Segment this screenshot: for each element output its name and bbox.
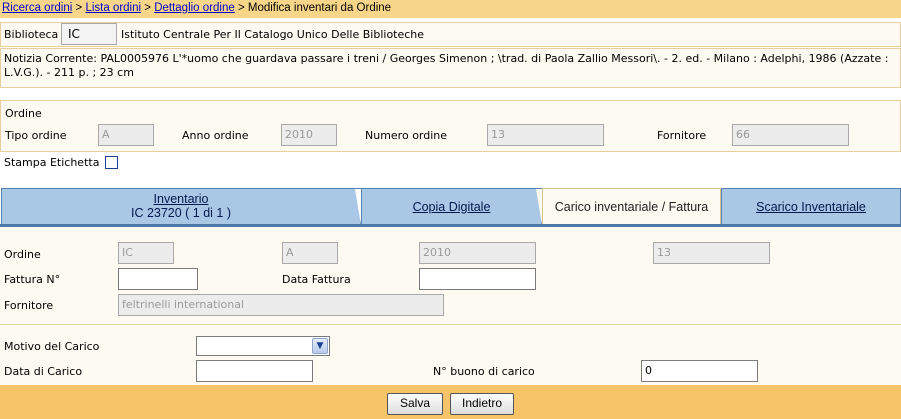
- carico-ordine-label: Ordine: [4, 248, 41, 261]
- numero-ordine-field: 13: [487, 124, 604, 146]
- save-button[interactable]: Salva: [387, 393, 443, 415]
- carico-ordine-tipo-field: A: [282, 242, 338, 264]
- ordine-title: Ordine: [5, 107, 42, 120]
- breadcrumb: Ricerca ordini > Lista ordini > Dettagli…: [0, 0, 901, 18]
- biblioteca-name: Istituto Centrale Per Il Catalogo Unico …: [121, 28, 425, 41]
- chevron-down-icon[interactable]: ▼: [312, 338, 328, 354]
- tab-carico-inventariale[interactable]: Carico inventariale / Fattura: [542, 188, 721, 224]
- motivo-carico-select[interactable]: ▼: [196, 336, 330, 356]
- breadcrumb-ricerca-ordini[interactable]: Ricerca ordini: [2, 2, 72, 14]
- section-divider: [0, 324, 901, 325]
- fornitore-ordine-field: 66: [732, 124, 849, 146]
- tab-inventario-label[interactable]: Inventario: [2, 192, 360, 206]
- tab-scarico-inventariale-label[interactable]: Scarico Inventariale: [756, 200, 866, 214]
- back-button[interactable]: Indietro: [450, 393, 514, 415]
- biblioteca-label: Biblioteca: [4, 28, 59, 41]
- motivo-carico-label: Motivo del Carico: [4, 340, 100, 353]
- data-carico-label: Data di Carico: [4, 365, 83, 378]
- anno-ordine-field: 2010: [281, 124, 337, 146]
- numero-ordine-label: Numero ordine: [365, 129, 448, 142]
- data-fattura-label: Data Fattura: [282, 273, 351, 286]
- breadcrumb-dettaglio-ordine[interactable]: Dettaglio ordine: [154, 2, 235, 14]
- breadcrumb-separator: >: [75, 2, 83, 14]
- tab-inventario[interactable]: Inventario IC 23720 ( 1 di 1 ): [1, 188, 361, 225]
- fattura-numero-label: Fattura N°: [4, 273, 61, 286]
- stampa-etichetta-checkbox[interactable]: [105, 156, 118, 169]
- notizia-corrente-text: Notizia Corrente: PAL0005976 L'*uomo che…: [4, 52, 889, 79]
- carico-fornitore-label: Fornitore: [4, 299, 54, 312]
- tab-scarico-inventariale[interactable]: Scarico Inventariale: [721, 188, 901, 224]
- breadcrumb-lista-ordini[interactable]: Lista ordini: [85, 2, 141, 14]
- fattura-numero-input[interactable]: [118, 268, 198, 290]
- carico-ordine-numero-field: 13: [653, 242, 770, 264]
- tipo-ordine-field: A: [98, 124, 154, 146]
- tab-inventario-sub: IC 23720 ( 1 di 1 ): [130, 206, 232, 220]
- biblioteca-code-field: IC: [61, 23, 117, 45]
- carico-ordine-anno-field: 2010: [419, 242, 536, 264]
- breadcrumb-separator: >: [144, 2, 151, 14]
- breadcrumb-separator: >: [237, 2, 245, 14]
- buono-carico-input[interactable]: 0: [641, 360, 758, 382]
- fornitore-ordine-label: Fornitore: [657, 129, 707, 142]
- carico-fornitore-field: feltrinelli international: [118, 294, 444, 316]
- stampa-etichetta-label: Stampa Etichetta: [4, 156, 100, 169]
- tab-copia-digitale[interactable]: Copia Digitale: [361, 188, 542, 225]
- tipo-ordine-label: Tipo ordine: [5, 129, 67, 142]
- tab-copia-digitale-label[interactable]: Copia Digitale: [413, 200, 491, 214]
- carico-ordine-biblioteca-field: IC: [118, 242, 174, 264]
- tab-carico-inventariale-label[interactable]: Carico inventariale / Fattura: [555, 200, 709, 214]
- buono-carico-label: N° buono di carico: [433, 365, 535, 378]
- data-carico-input[interactable]: [196, 360, 313, 382]
- breadcrumb-current: Modifica inventari da Ordine: [247, 2, 392, 14]
- data-fattura-input[interactable]: [419, 268, 536, 290]
- anno-ordine-label: Anno ordine: [182, 129, 249, 142]
